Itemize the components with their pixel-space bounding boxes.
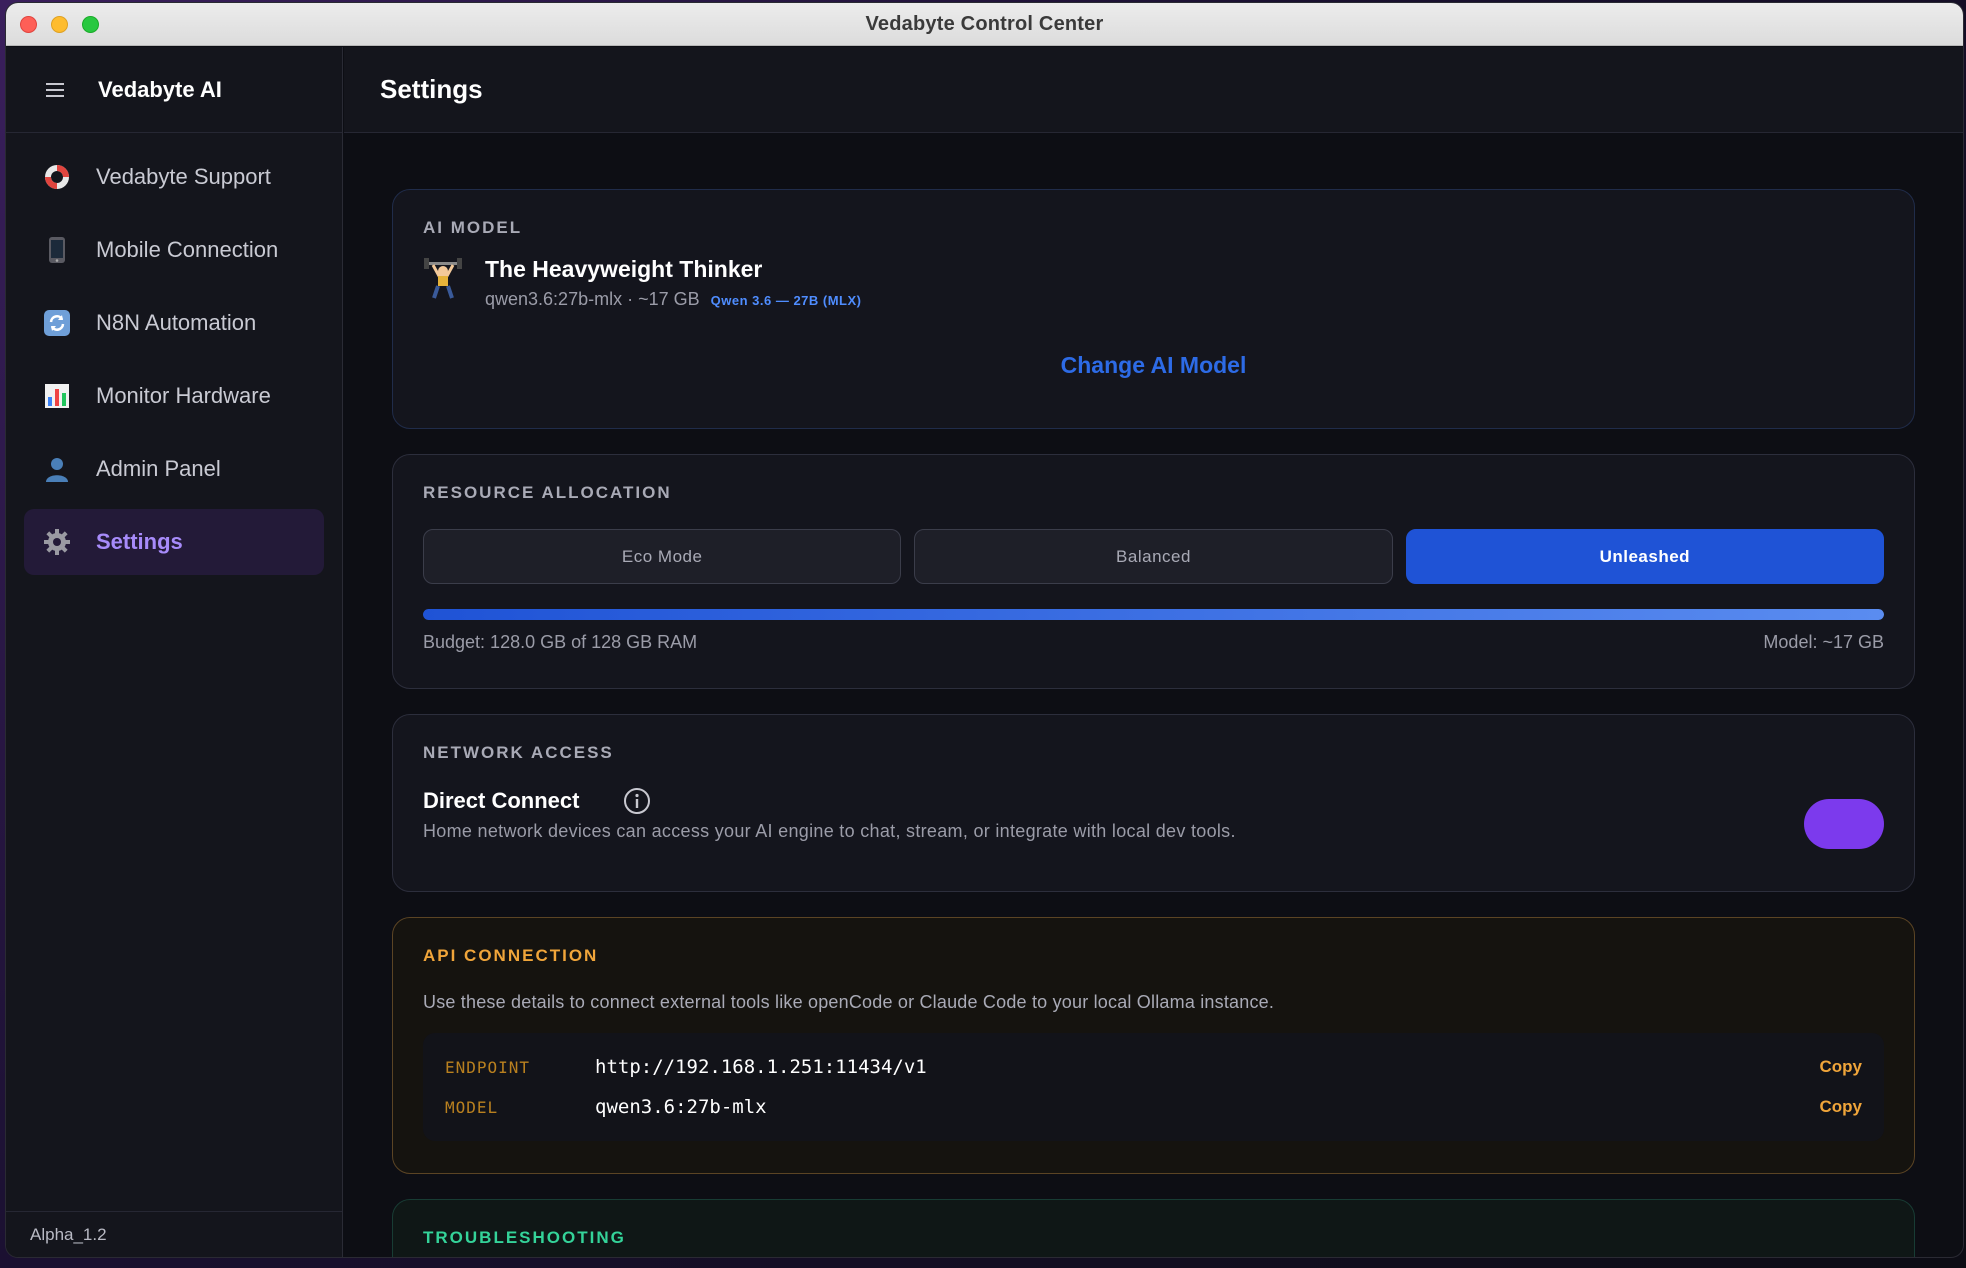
close-window-button[interactable]	[20, 16, 37, 33]
api-endpoint-row: ENDPOINT http://192.168.1.251:11434/v1 C…	[445, 1047, 1862, 1087]
api-endpoint-value: http://192.168.1.251:11434/v1	[595, 1056, 927, 1078]
window-title: Vedabyte Control Center	[865, 12, 1104, 35]
sidebar-item-n8n-automation[interactable]: N8N Automation	[24, 290, 324, 356]
direct-connect-title: Direct Connect	[423, 788, 580, 813]
version-label: Alpha_1.2	[6, 1211, 342, 1257]
direct-connect-description: Home network devices can access your AI …	[423, 821, 1236, 841]
network-access-card: NETWORK ACCESS Direct Connect Home netwo…	[392, 714, 1915, 892]
sidebar-item-admin-panel[interactable]: Admin Panel	[24, 436, 324, 502]
settings-content: AI MODEL The Heavyweight Thinker qwen3.6…	[344, 133, 1963, 1257]
api-model-value: qwen3.6:27b-mlx	[595, 1096, 767, 1118]
sidebar: Vedabyte AI Vedabyte Support Mobile Conn…	[6, 47, 343, 1257]
sidebar-item-mobile-connection[interactable]: Mobile Connection	[24, 217, 324, 283]
section-label: RESOURCE ALLOCATION	[423, 483, 672, 502]
zoom-window-button[interactable]	[82, 16, 99, 33]
api-description: Use these details to connect external to…	[423, 992, 1275, 1012]
mode-selector: Eco Mode Balanced Unleashed	[423, 529, 1884, 584]
sidebar-item-label: N8N Automation	[96, 310, 257, 335]
main-header: Settings	[344, 47, 1963, 133]
sidebar-item-label: Vedabyte Support	[96, 164, 271, 189]
weightlifter-icon	[423, 256, 463, 300]
resource-allocation-card: RESOURCE ALLOCATION Eco Mode Balanced Un…	[392, 454, 1915, 689]
eco-mode-button[interactable]: Eco Mode	[423, 529, 902, 584]
sidebar-item-label: Mobile Connection	[96, 237, 279, 262]
sidebar-item-monitor-hardware[interactable]: Monitor Hardware	[24, 363, 324, 429]
sidebar-item-label: Settings	[96, 529, 183, 554]
model-id-size: qwen3.6:27b-mlx · ~17 GB	[485, 289, 700, 309]
budget-progress-bar	[423, 609, 1884, 620]
section-label: NETWORK ACCESS	[423, 743, 614, 762]
api-model-row: MODEL qwen3.6:27b-mlx Copy	[445, 1087, 1862, 1127]
api-connection-card: API CONNECTION Use these details to conn…	[392, 917, 1915, 1174]
sidebar-item-settings[interactable]: Settings	[24, 509, 324, 575]
brand-name: Vedabyte AI	[98, 76, 222, 102]
api-key-label: ENDPOINT	[445, 1057, 531, 1077]
mobile-phone-icon	[42, 235, 72, 265]
balanced-mode-button[interactable]: Balanced	[914, 529, 1393, 584]
info-icon[interactable]	[623, 787, 651, 815]
copy-model-button[interactable]: Copy	[1820, 1097, 1863, 1117]
sidebar-item-label: Admin Panel	[96, 456, 221, 481]
budget-text: Budget: 128.0 GB of 128 GB RAM	[423, 632, 698, 652]
budget-row: Budget: 128.0 GB of 128 GB RAM Model: ~1…	[423, 632, 1884, 653]
model-row: The Heavyweight Thinker qwen3.6:27b-mlx …	[423, 256, 1884, 310]
main-area: Settings AI MODEL The Heavyweight Thinke…	[344, 47, 1963, 1257]
bar-chart-icon	[42, 381, 72, 411]
change-ai-model-button[interactable]: Change AI Model	[393, 352, 1914, 379]
ai-model-card: AI MODEL The Heavyweight Thinker qwen3.6…	[392, 189, 1915, 429]
app-window: Vedabyte Control Center Vedabyte AI Veda…	[6, 3, 1963, 1257]
budget-progress-fill	[423, 609, 1884, 620]
sync-icon	[42, 308, 72, 338]
unleashed-mode-button[interactable]: Unleashed	[1405, 529, 1884, 584]
model-size-text: Model: ~17 GB	[1763, 632, 1884, 652]
page-title: Settings	[380, 74, 483, 104]
model-tag: Qwen 3.6 — 27B (MLX)	[710, 293, 862, 308]
direct-connect-row: Direct Connect	[423, 787, 1884, 815]
title-bar: Vedabyte Control Center	[6, 3, 1963, 46]
copy-endpoint-button[interactable]: Copy	[1820, 1057, 1863, 1077]
sidebar-item-label: Monitor Hardware	[96, 383, 271, 408]
gear-icon	[42, 527, 72, 557]
user-icon	[42, 454, 72, 484]
sidebar-nav: Vedabyte Support Mobile Connection N8N A…	[6, 133, 342, 593]
section-label: TROUBLESHOOTING	[423, 1228, 626, 1247]
window-controls	[20, 16, 99, 33]
troubleshooting-card: TROUBLESHOOTING	[392, 1199, 1915, 1257]
api-key-label: MODEL	[445, 1097, 499, 1117]
lifebuoy-icon	[42, 162, 72, 192]
sidebar-item-vedabyte-support[interactable]: Vedabyte Support	[24, 144, 324, 210]
model-name: The Heavyweight Thinker	[485, 256, 763, 282]
api-details-box: ENDPOINT http://192.168.1.251:11434/v1 C…	[423, 1033, 1884, 1141]
model-meta: qwen3.6:27b-mlx · ~17 GB Qwen 3.6 — 27B …	[485, 289, 862, 310]
section-label: AI MODEL	[423, 218, 523, 237]
minimize-window-button[interactable]	[51, 16, 68, 33]
hamburger-menu-icon[interactable]	[46, 82, 64, 97]
model-info: The Heavyweight Thinker qwen3.6:27b-mlx …	[485, 256, 862, 310]
sidebar-header: Vedabyte AI	[6, 47, 342, 133]
direct-connect-toggle[interactable]	[1804, 799, 1884, 849]
section-label: API CONNECTION	[423, 946, 599, 965]
